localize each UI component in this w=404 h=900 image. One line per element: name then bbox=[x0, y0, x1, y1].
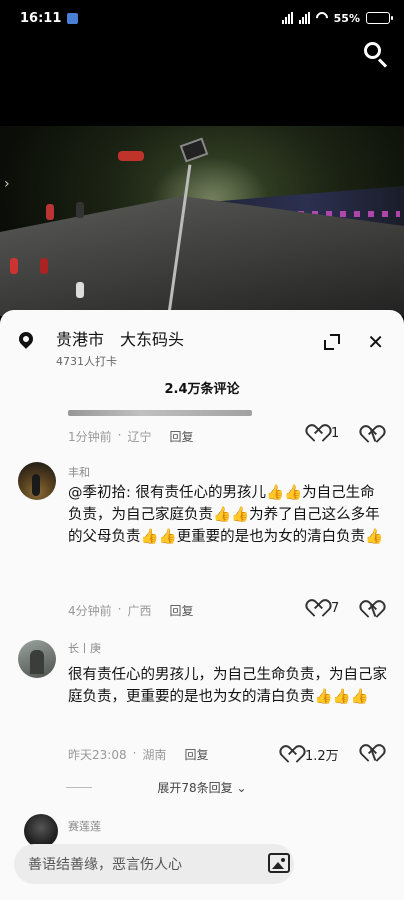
location-header[interactable]: 贵港市 大东码头 4731人打卡 bbox=[18, 326, 184, 369]
comment-meta: 4分钟前 · 广西 回复 bbox=[68, 602, 194, 619]
reply-button[interactable]: 回复 bbox=[184, 746, 208, 763]
person bbox=[40, 258, 48, 274]
comment-time: 1分钟前 bbox=[68, 430, 112, 444]
search-icon[interactable] bbox=[362, 40, 390, 68]
close-icon[interactable]: ✕ bbox=[367, 332, 384, 352]
comment-region: 广西 bbox=[127, 604, 152, 618]
video-player[interactable]: › bbox=[0, 36, 404, 316]
comment-time: 4分钟前 bbox=[68, 604, 112, 618]
comment-time: 昨天23:08 bbox=[68, 748, 127, 762]
heart-icon bbox=[284, 747, 301, 762]
wifi-icon bbox=[313, 9, 331, 27]
like-count: 1.2万 bbox=[305, 749, 339, 764]
comment-username[interactable]: 丰和 bbox=[68, 464, 90, 480]
person bbox=[10, 258, 18, 274]
location-pin-icon bbox=[18, 332, 34, 352]
avatar[interactable] bbox=[18, 640, 56, 678]
status-bar: 16:11 55% bbox=[0, 0, 404, 36]
dislike-button[interactable] bbox=[364, 745, 382, 763]
avatar[interactable] bbox=[24, 814, 58, 848]
boat bbox=[118, 151, 144, 161]
comment-username[interactable]: 赛莲莲 bbox=[68, 818, 101, 834]
signal-icon bbox=[281, 12, 293, 24]
status-time: 16:11 bbox=[20, 10, 62, 26]
chevron-down-icon: ⌄ bbox=[236, 781, 247, 795]
like-count: 1 bbox=[331, 426, 340, 441]
expand-replies-label: 展开78条回复 bbox=[157, 781, 233, 795]
notification-icon bbox=[67, 13, 79, 24]
comment-region: 湖南 bbox=[142, 748, 167, 762]
person bbox=[76, 282, 84, 298]
reply-button[interactable]: 回复 bbox=[169, 602, 193, 619]
heart-icon bbox=[310, 601, 327, 616]
battery-icon bbox=[366, 12, 393, 24]
heart-icon bbox=[310, 426, 327, 441]
reply-button[interactable]: 回复 bbox=[169, 428, 193, 445]
location-city: 贵港市 bbox=[56, 330, 105, 349]
person bbox=[46, 204, 54, 220]
location-visitors: 4731人打卡 bbox=[56, 355, 117, 368]
comment-input[interactable]: 善语结善缘，恶言伤人心 bbox=[14, 844, 294, 884]
expand-icon[interactable] bbox=[324, 334, 340, 350]
comment-region: 辽宁 bbox=[127, 430, 152, 444]
like-button[interactable]: 7 bbox=[310, 601, 339, 616]
dislike-button[interactable] bbox=[364, 426, 382, 444]
expand-replies-button[interactable]: 展开78条回复 ⌄ bbox=[0, 779, 404, 796]
partial-comment-text bbox=[68, 410, 252, 416]
battery-percent: 55% bbox=[333, 11, 360, 25]
comment-username[interactable]: 长丨庚 bbox=[68, 640, 101, 656]
avatar[interactable] bbox=[18, 462, 56, 500]
comment-sheet: 贵港市 大东码头 4731人打卡 ✕ 2.4万条评论 1分钟前 · 辽宁 回复 … bbox=[0, 310, 404, 900]
comment-meta: 昨天23:08 · 湖南 回复 bbox=[68, 746, 209, 763]
comment-input-placeholder: 善语结善缘，恶言伤人心 bbox=[28, 857, 182, 873]
location-place: 大东码头 bbox=[120, 330, 185, 349]
chevron-right-icon[interactable]: › bbox=[4, 176, 10, 192]
person bbox=[76, 202, 84, 218]
like-button[interactable]: 1 bbox=[310, 426, 339, 441]
image-icon[interactable] bbox=[268, 853, 290, 873]
like-count: 7 bbox=[331, 601, 340, 616]
video-sky bbox=[0, 36, 404, 126]
signal-icon-2 bbox=[298, 12, 310, 24]
comment-text: 很有责任心的男孩儿，为自己生命负责，为自己家庭负责，更重要的是也为女的清白负责👍… bbox=[68, 667, 387, 705]
like-button[interactable]: 1.2万 bbox=[284, 745, 339, 764]
dislike-button[interactable] bbox=[364, 601, 382, 619]
comment-count: 2.4万条评论 bbox=[164, 382, 240, 397]
comment-meta: 1分钟前 · 辽宁 回复 bbox=[68, 428, 194, 445]
comment-text: @季初拾: 很有责任心的男孩儿👍👍为自己生命负责，为自己家庭负责👍👍为养了自己这… bbox=[68, 485, 384, 545]
